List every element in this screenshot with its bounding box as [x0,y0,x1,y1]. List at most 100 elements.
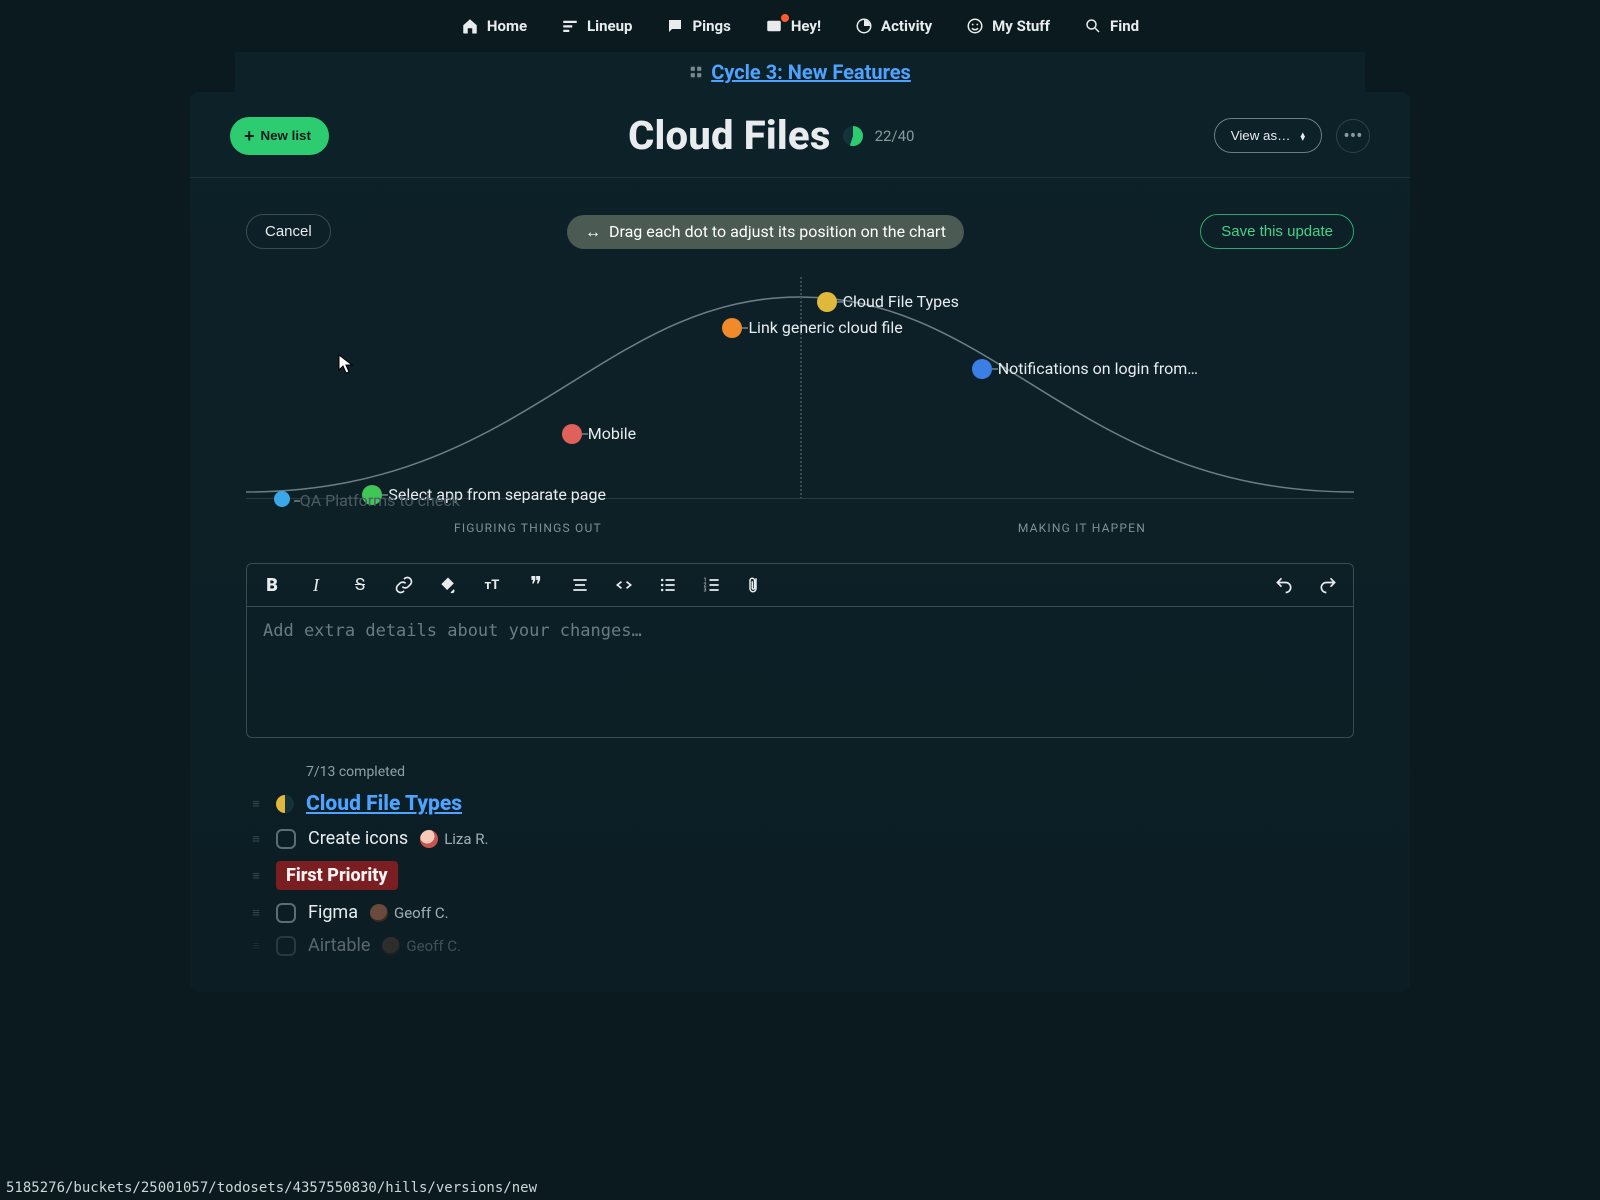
search-icon [1084,17,1102,35]
link-icon[interactable] [393,574,415,596]
quote-icon[interactable]: ❞ [525,574,547,596]
hill-dot-qa[interactable]: QA Platforms to check [274,491,290,507]
nav-home-label: Home [487,17,527,35]
fill-color-icon[interactable] [437,574,459,596]
drag-handle-icon[interactable]: ≡ [246,796,264,812]
nav-find[interactable]: Find [1084,17,1139,35]
checkbox[interactable] [276,829,296,849]
assignee[interactable]: Geoff C. [370,904,449,922]
progress-counter: 22/40 [875,127,915,145]
more-menu-button[interactable]: ••• [1336,119,1370,153]
breadcrumb: Cycle 3: New Features [235,52,1365,92]
italic-icon[interactable]: I [305,574,327,596]
task-title[interactable]: Airtable [308,935,370,956]
hill-dot-mobile[interactable]: Mobile [562,424,582,444]
progress-half-icon [276,795,294,813]
checkbox[interactable] [276,903,296,923]
assignee[interactable]: Geoff C. [382,937,461,955]
strikethrough-icon[interactable]: S [349,574,371,596]
checkbox[interactable] [276,936,296,956]
task-title[interactable]: Figma [308,902,358,923]
task-title[interactable]: Create icons [308,828,408,849]
hey-icon [765,17,783,35]
avatar [382,937,400,955]
home-icon [461,17,479,35]
code-icon[interactable] [613,574,635,596]
nav-home[interactable]: Home [461,17,527,35]
progress-disc-icon [843,126,863,146]
breadcrumb-link[interactable]: Cycle 3: New Features [711,60,911,84]
hill-dot-label: Cloud File Types [843,292,959,311]
lineup-icon [561,17,579,35]
drag-handle-icon[interactable]: ≡ [246,868,264,884]
hill-dot-label: Mobile [588,424,636,443]
assignee-name: Geoff C. [406,937,461,955]
nav-lineup[interactable]: Lineup [561,17,632,35]
sheet-header: + New list Cloud Files 22/40 View as… ▴▾… [190,92,1410,178]
drag-handle-icon[interactable]: ≡ [246,831,264,847]
sort-caret-icon: ▴▾ [1300,132,1305,140]
assignee-name: Liza R. [444,830,488,848]
assignee-name: Geoff C. [394,904,449,922]
hill-dot-notifications[interactable]: Notifications on login from… [972,359,992,379]
pings-icon [666,17,684,35]
top-nav: Home Lineup Pings Hey! Activity My Stuff [0,0,1600,52]
status-url: 5185276/buckets/25001057/todosets/435755… [0,1176,543,1200]
drag-handle-icon[interactable]: ≡ [246,938,264,954]
view-as-button[interactable]: View as… ▴▾ [1214,118,1322,153]
hill-midline [800,277,802,499]
hill-dot-cloud-types[interactable]: Cloud File Types [817,292,837,312]
new-list-label: New list [261,128,311,143]
smile-icon [966,17,984,35]
list-group-header: ≡ Cloud File Types [246,786,1354,822]
nav-activity[interactable]: Activity [855,17,932,35]
nav-hey-label: Hey! [791,17,821,35]
cancel-button[interactable]: Cancel [246,214,331,249]
nav-find-label: Find [1110,17,1139,35]
attachment-icon[interactable] [745,574,767,596]
list-item: ≡ First Priority [246,855,1354,896]
priority-tag[interactable]: First Priority [276,861,398,890]
list-item: ≡ Figma Geoff C. [246,896,1354,929]
page-sheet: + New list Cloud Files 22/40 View as… ▴▾… [190,92,1410,992]
hill-dot-label: Link generic cloud file [748,318,902,337]
hill-dot-label: Notifications on login from… [998,359,1198,378]
ellipsis-icon: ••• [1343,124,1362,147]
todo-list: 7/13 completed ≡ Cloud File Types ≡ Crea… [246,764,1354,962]
view-as-label: View as… [1231,128,1291,143]
nav-pings-label: Pings [692,17,730,35]
text-size-icon[interactable]: тT [481,574,503,596]
nav-activity-label: Activity [881,17,932,35]
svg-text:3: 3 [704,588,707,594]
undo-icon[interactable] [1273,574,1295,596]
redo-icon[interactable] [1317,574,1339,596]
assignee[interactable]: Liza R. [420,830,488,848]
editor-toolbar: B I S тT ❞ 123 [247,564,1353,607]
list-group-title-link[interactable]: Cloud File Types [306,792,462,816]
page-title: Cloud Files [628,112,830,159]
numbered-list-icon[interactable]: 123 [701,574,723,596]
align-icon[interactable] [569,574,591,596]
update-textarea[interactable] [247,607,1353,737]
bold-icon[interactable]: B [261,574,283,596]
list-item: ≡ Airtable Geoff C. [246,929,1354,962]
resize-horizontal-icon: ↔ [585,222,601,242]
completed-count: 7/13 completed [306,764,1354,780]
plus-icon: + [244,127,255,145]
save-update-button[interactable]: Save this update [1200,214,1354,249]
update-editor: B I S тT ❞ 123 [246,563,1354,738]
activity-icon [855,17,873,35]
new-list-button[interactable]: + New list [230,117,329,155]
drag-hint-label: Drag each dot to adjust its position on … [609,222,946,241]
avatar [420,830,438,848]
nav-pings[interactable]: Pings [666,17,730,35]
hill-chart-editor: Cancel ↔ Drag each dot to adjust its pos… [190,178,1410,545]
bullet-list-icon[interactable] [657,574,679,596]
nav-mystuff-label: My Stuff [992,17,1050,35]
drag-handle-icon[interactable]: ≡ [246,905,264,921]
hill-dot-label: QA Platforms to check [300,491,460,510]
nav-mystuff[interactable]: My Stuff [966,17,1050,35]
hill-chart[interactable]: Cloud File Types Link generic cloud file… [246,267,1354,527]
nav-hey[interactable]: Hey! [765,17,821,35]
grid-icon [689,65,711,79]
